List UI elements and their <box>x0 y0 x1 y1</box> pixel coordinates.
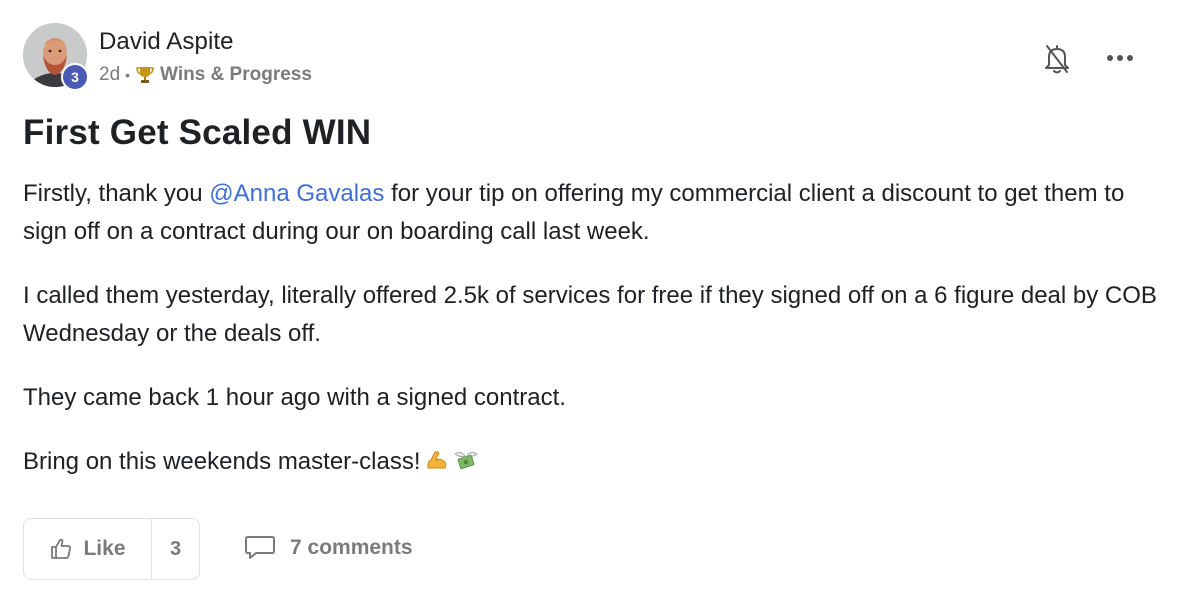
paragraph-4: Bring on this weekends master-class! <box>23 443 1163 484</box>
paragraph-1: Firstly, thank you @Anna Gavalas for you… <box>23 175 1163 251</box>
post-title: First Get Scaled WIN <box>23 113 372 152</box>
mention-link[interactable]: @Anna Gavalas <box>209 180 384 207</box>
post-card: 3 David Aspite 2d • Wins & Progress Firs… <box>0 0 1200 602</box>
comment-bubble-icon <box>245 536 275 559</box>
money-with-wings-icon <box>453 446 479 484</box>
post-category[interactable]: Wins & Progress <box>160 64 312 86</box>
mute-notifications-button[interactable] <box>1040 40 1074 78</box>
more-options-button[interactable] <box>1102 46 1138 70</box>
more-horizontal-icon <box>1107 55 1133 61</box>
thumbs-up-icon <box>51 538 72 559</box>
level-badge: 3 <box>61 63 89 91</box>
comments-button[interactable]: 7 comments <box>244 534 413 562</box>
post-time: 2d <box>99 64 121 85</box>
flexed-biceps-icon <box>425 446 449 484</box>
paragraph-2: I called them yesterday, literally offer… <box>23 282 1157 347</box>
post-body: Firstly, thank you @Anna Gavalas for you… <box>23 175 1163 510</box>
bell-off-icon <box>1045 45 1069 74</box>
comments-label: 7 comments <box>290 536 413 559</box>
author-name[interactable]: David Aspite <box>99 28 234 56</box>
paragraph-1-intro: Firstly, thank you <box>23 180 210 207</box>
like-button[interactable]: Like <box>24 519 152 579</box>
author-avatar-wrapper[interactable]: 3 <box>23 23 89 91</box>
like-count[interactable]: 3 <box>152 519 199 579</box>
trophy-icon <box>135 65 155 85</box>
post-meta: 2d • Wins & Progress <box>99 64 312 86</box>
like-group: Like 3 <box>23 518 200 580</box>
paragraph-4-text: Bring on this weekends master-class! <box>23 448 421 475</box>
like-label: Like <box>83 537 126 560</box>
meta-separator: • <box>125 67 131 83</box>
paragraph-3: They came back 1 hour ago with a signed … <box>23 384 566 411</box>
